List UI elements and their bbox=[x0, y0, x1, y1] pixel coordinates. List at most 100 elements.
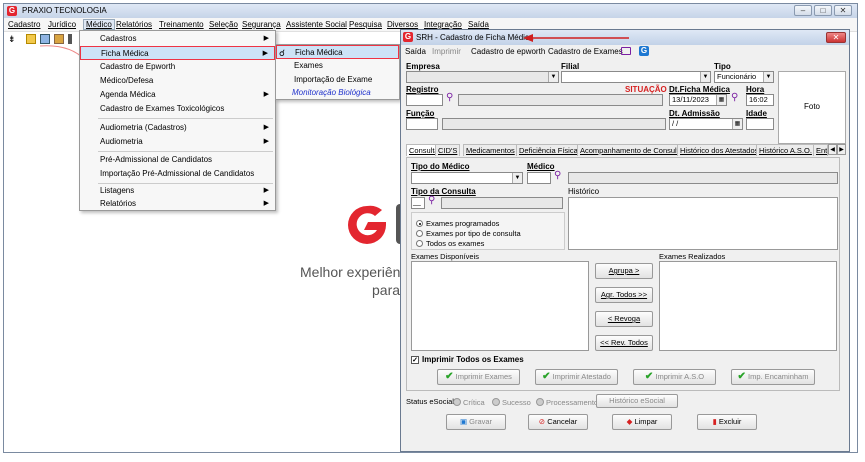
annotation-arrow bbox=[523, 34, 629, 42]
menu-relatorios[interactable]: Relatórios bbox=[116, 20, 152, 29]
org-chart-icon[interactable] bbox=[26, 34, 36, 44]
minimize-button[interactable]: – bbox=[794, 5, 812, 16]
chat-icon[interactable] bbox=[621, 47, 631, 55]
menu-cadastro[interactable]: Cadastro bbox=[8, 20, 40, 29]
help-logo-icon[interactable]: G bbox=[639, 46, 649, 56]
menu-seguranca[interactable]: Segurança bbox=[242, 20, 281, 29]
main-title-bar: G PRAXIO TECNOLOGIA – □ ✕ bbox=[4, 4, 857, 18]
imprimir-atestado-button[interactable]: ✔ Imprimir Atestado bbox=[535, 369, 618, 385]
menu-medico[interactable]: Médico bbox=[83, 19, 115, 30]
dd-importacao-pre-admissional[interactable]: Importação Pré-Admissional de Candidatos bbox=[80, 167, 275, 181]
agrupa-button[interactable]: Agrupa > bbox=[595, 263, 653, 279]
gravar-button[interactable]: ▣ Gravar bbox=[446, 414, 506, 430]
tab-cids[interactable]: CID'S bbox=[435, 144, 461, 156]
hora-input[interactable]: 16:02 bbox=[746, 94, 774, 106]
foto-box[interactable]: Foto bbox=[778, 71, 846, 144]
dd-exames-toxicologicos[interactable]: Cadastro de Exames Toxicológicos bbox=[80, 102, 275, 116]
chevron-down-icon[interactable]: ▼ bbox=[548, 72, 558, 82]
dd-ficha-medica[interactable]: Ficha Médica ▶ bbox=[80, 46, 275, 60]
sub-ficha-medica[interactable]: ☌ Ficha Médica bbox=[276, 45, 399, 59]
child-close-button[interactable]: ✕ bbox=[826, 32, 846, 43]
tipo-combo[interactable]: Funcionário ▼ bbox=[714, 71, 774, 83]
close-main-button[interactable]: ✕ bbox=[834, 5, 852, 16]
dd-agenda-medica[interactable]: Agenda Médica ▶ bbox=[80, 88, 275, 102]
historico-esocial-button[interactable]: Histórico eSocial bbox=[596, 394, 678, 408]
saida-button[interactable]: Saída bbox=[405, 47, 426, 56]
chevron-down-icon[interactable]: ▼ bbox=[763, 72, 773, 82]
tipo-medico-combo[interactable]: ▼ bbox=[411, 172, 523, 184]
revoga-button[interactable]: < Revoga bbox=[595, 311, 653, 327]
dd-audiometria-cadastros[interactable]: Audiometria (Cadastros) ▶ bbox=[80, 121, 275, 135]
tab-scroll-left-icon[interactable]: ◀ bbox=[828, 144, 837, 155]
menu-assistente-social[interactable]: Assistente Social bbox=[286, 20, 347, 29]
calendar-icon[interactable]: ▦ bbox=[732, 119, 742, 129]
funcao-code-field[interactable] bbox=[406, 118, 438, 130]
user-card-icon[interactable] bbox=[40, 34, 50, 44]
agrupa-todos-button[interactable]: Agr. Todos >> bbox=[595, 287, 653, 303]
imprimir-aso-button[interactable]: ✔ Imprimir A.S.O bbox=[633, 369, 716, 385]
excluir-button[interactable]: ▮ Excluir bbox=[697, 414, 757, 430]
sub-monitoracao-biologica[interactable]: Monitoração Biológica bbox=[276, 86, 399, 100]
dd-audiometria[interactable]: Audiometria ▶ bbox=[80, 135, 275, 149]
limpar-button[interactable]: ◆ Limpar bbox=[612, 414, 672, 430]
tab-acompanhamento-consulta[interactable]: Acompanhamento de Consulta bbox=[577, 144, 686, 156]
dd-listagens[interactable]: Listagens ▶ bbox=[80, 184, 275, 198]
tipo-label: Tipo bbox=[714, 62, 731, 71]
tab-deficiencia-fisica[interactable]: Deficiência Física bbox=[516, 144, 581, 156]
check-icon: ✔ bbox=[737, 371, 746, 382]
search-icon[interactable]: ⚲ bbox=[731, 92, 738, 103]
search-icon[interactable]: ⚲ bbox=[446, 92, 453, 103]
dd-relatorios[interactable]: Relatórios ▶ bbox=[80, 197, 275, 211]
cadastro-exames-button[interactable]: Cadastro de Exames bbox=[548, 47, 623, 56]
sub-importacao-exame[interactable]: Importação de Exame bbox=[276, 73, 399, 87]
menu-integracao[interactable]: Integração bbox=[424, 20, 462, 29]
sub-exames[interactable]: Exames bbox=[276, 59, 399, 73]
dd-pre-admissional[interactable]: Pré-Admissional de Candidatos bbox=[80, 153, 275, 167]
dd-cadastro-epworth[interactable]: Cadastro de Epworth bbox=[80, 60, 275, 74]
imprimir-todos-checkbox[interactable]: ✓ Imprimir Todos os Exames bbox=[411, 355, 524, 364]
search-icon[interactable]: ⚲ bbox=[428, 195, 435, 206]
chevron-down-icon[interactable]: ▼ bbox=[512, 173, 522, 183]
tab-medicamentos[interactable]: Medicamentos bbox=[463, 144, 518, 156]
folder-icon[interactable] bbox=[54, 34, 64, 44]
calculator-icon[interactable] bbox=[68, 34, 72, 44]
exames-realizados-list[interactable] bbox=[659, 261, 837, 351]
empresa-combo[interactable]: ▼ bbox=[406, 71, 559, 83]
dt-admissao-input[interactable]: / / ▦ bbox=[669, 118, 743, 130]
medico-code-input[interactable] bbox=[527, 172, 551, 184]
cadastro-epworth-button[interactable]: Cadastro de epworth bbox=[471, 47, 545, 56]
tab-scroll-right-icon[interactable]: ▶ bbox=[837, 144, 846, 155]
menu-treinamento[interactable]: Treinamento bbox=[159, 20, 204, 29]
tab-historico-atestados[interactable]: Histórico dos Atestados bbox=[677, 144, 762, 156]
imprimir-exames-button[interactable]: ✔ Imprimir Exames bbox=[437, 369, 520, 385]
dd-cadastros[interactable]: Cadastros ▶ bbox=[80, 32, 275, 46]
radio-todos-exames[interactable]: Todos os exames bbox=[416, 239, 484, 248]
cancelar-button[interactable]: ⊘ Cancelar bbox=[528, 414, 588, 430]
menu-diversos[interactable]: Diversos bbox=[387, 20, 418, 29]
menu-saida[interactable]: Saída bbox=[468, 20, 489, 29]
tab-historico-aso[interactable]: Histórico A.S.O. bbox=[756, 144, 815, 156]
filial-combo[interactable]: ▼ bbox=[561, 71, 711, 83]
maximize-button[interactable]: □ bbox=[814, 5, 832, 16]
checkmark-icon[interactable]: ✓ bbox=[411, 356, 419, 364]
calendar-icon[interactable]: ▦ bbox=[716, 95, 726, 105]
brand-tagline-1: Melhor experiên bbox=[300, 264, 401, 280]
tipo-consulta-code[interactable]: __ bbox=[411, 197, 425, 209]
dt-ficha-input[interactable]: 13/11/2023 ▦ bbox=[669, 94, 727, 106]
chevron-down-icon[interactable]: ▼ bbox=[700, 72, 710, 82]
radio-exames-programados[interactable]: Exames programados bbox=[416, 219, 499, 228]
tab-ent[interactable]: Ent bbox=[813, 144, 828, 156]
exames-disponiveis-list[interactable] bbox=[411, 261, 589, 351]
menu-juridico[interactable]: Jurídico bbox=[48, 20, 76, 29]
dd-medico-defesa[interactable]: Médico/Defesa bbox=[80, 74, 275, 88]
search-icon[interactable]: ⚲ bbox=[554, 170, 561, 181]
radio-exames-tipo-consulta[interactable]: Exames por tipo de consulta bbox=[416, 229, 521, 238]
historico-textarea[interactable] bbox=[568, 197, 838, 250]
registro-input[interactable] bbox=[406, 94, 443, 106]
imp-encaminham-button[interactable]: ✔ Imp. Encaminham bbox=[731, 369, 815, 385]
collapse-icon[interactable]: ⇟ bbox=[8, 34, 18, 44]
menu-pesquisa[interactable]: Pesquisa bbox=[349, 20, 382, 29]
menu-selecao[interactable]: Seleção bbox=[209, 20, 238, 29]
revoga-todos-button[interactable]: << Rev. Todos bbox=[595, 335, 653, 351]
imprimir-button[interactable]: Imprimir bbox=[432, 47, 461, 56]
